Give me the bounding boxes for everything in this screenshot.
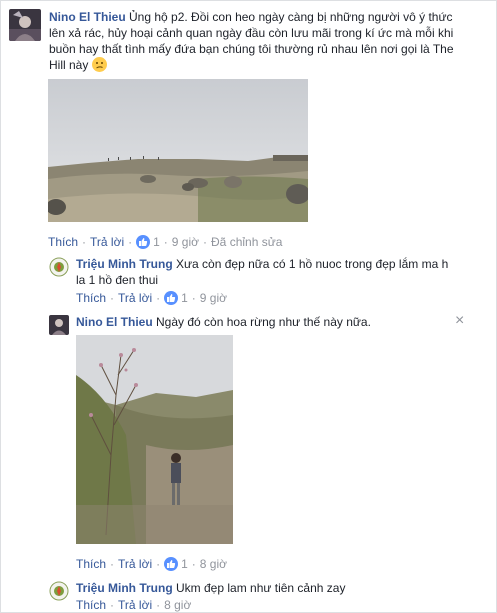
author-name[interactable]: Nino El Thieu xyxy=(49,10,126,24)
reply-body: Triệu Minh Trung Ukm đẹp lam như tiên cả… xyxy=(76,580,456,596)
separator-dot: · xyxy=(110,291,115,305)
reply-body: Triệu Minh Trung Xưa còn đẹp nữa có 1 hồ… xyxy=(76,256,456,288)
comment-thread: Nino El Thieu Ủng hộ p2. Đồi con heo ngà… xyxy=(0,0,497,613)
timestamp[interactable]: 9 giờ xyxy=(200,291,227,305)
separator-dot: · xyxy=(191,557,196,571)
thumbs-up-icon[interactable] xyxy=(164,557,179,571)
reply-2: Nino El Thieu Ngày đó còn hoa rừng như t… xyxy=(1,311,497,573)
comment-1: Nino El Thieu Ủng hộ p2. Đồi con heo ngà… xyxy=(1,1,497,251)
reply-body: Nino El Thieu Ngày đó còn hoa rừng như t… xyxy=(76,314,456,330)
timestamp[interactable]: 9 giờ xyxy=(172,235,199,249)
like-link[interactable]: Thích xyxy=(48,235,78,249)
timestamp[interactable]: 8 giờ xyxy=(200,557,227,571)
reaction-count[interactable]: 1 xyxy=(181,557,188,571)
confused-face-emoji-icon xyxy=(91,57,107,72)
comment-actions: Thích · Trả lời · 1 · 9 giờ · Đã chỉnh s… xyxy=(48,235,282,249)
comment-body: Nino El Thieu Ủng hộ p2. Đồi con heo ngà… xyxy=(49,9,469,73)
comment-actions: Thích · Trả lời · 1 · 9 giờ xyxy=(76,291,227,305)
reply-3: Triệu Minh Trung Ukm đẹp lam như tiên cả… xyxy=(1,577,497,613)
reply-link[interactable]: Trả lời xyxy=(118,598,152,612)
avatar-nino[interactable] xyxy=(49,315,69,335)
separator-dot: · xyxy=(156,291,161,305)
reaction-count[interactable]: 1 xyxy=(181,291,188,305)
timestamp[interactable]: 8 giờ xyxy=(164,598,191,612)
reply-link[interactable]: Trả lời xyxy=(118,291,152,305)
separator-dot: · xyxy=(110,598,115,612)
comment-photo-flowers[interactable] xyxy=(76,335,233,544)
separator-dot: · xyxy=(163,235,168,249)
edited-label[interactable]: Đã chỉnh sửa xyxy=(211,235,282,249)
separator-dot: · xyxy=(82,235,87,249)
separator-dot: · xyxy=(156,557,161,571)
avatar-nino[interactable] xyxy=(9,9,41,41)
comment-text: Ukm đẹp lam như tiên cảnh zay xyxy=(176,581,346,595)
reply-link[interactable]: Trả lời xyxy=(118,557,152,571)
reply-1: Triệu Minh Trung Xưa còn đẹp nữa có 1 hồ… xyxy=(1,253,497,307)
author-name[interactable]: Triệu Minh Trung xyxy=(76,257,173,271)
reaction-count[interactable]: 1 xyxy=(153,235,160,249)
comment-text: Ngày đó còn hoa rừng như thế này nữa. xyxy=(156,315,371,329)
like-link[interactable]: Thích xyxy=(76,557,106,571)
like-link[interactable]: Thích xyxy=(76,598,106,612)
close-icon[interactable]: × xyxy=(455,313,464,329)
separator-dot: · xyxy=(203,235,208,249)
author-name[interactable]: Nino El Thieu xyxy=(76,315,153,329)
author-name[interactable]: Triệu Minh Trung xyxy=(76,581,173,595)
separator-dot: · xyxy=(191,291,196,305)
like-link[interactable]: Thích xyxy=(76,291,106,305)
avatar-trung[interactable] xyxy=(49,581,69,601)
separator-dot: · xyxy=(110,557,115,571)
avatar-trung[interactable] xyxy=(49,257,69,277)
thumbs-up-icon[interactable] xyxy=(164,291,179,305)
comment-actions: Thích · Trả lời · 8 giờ xyxy=(76,598,191,612)
separator-dot: · xyxy=(128,235,133,249)
comment-actions: Thích · Trả lời · 1 · 8 giờ xyxy=(76,557,227,571)
reply-link[interactable]: Trả lời xyxy=(90,235,124,249)
thumbs-up-icon[interactable] xyxy=(136,235,151,249)
separator-dot: · xyxy=(156,598,161,612)
comment-photo-hill[interactable] xyxy=(48,79,308,222)
